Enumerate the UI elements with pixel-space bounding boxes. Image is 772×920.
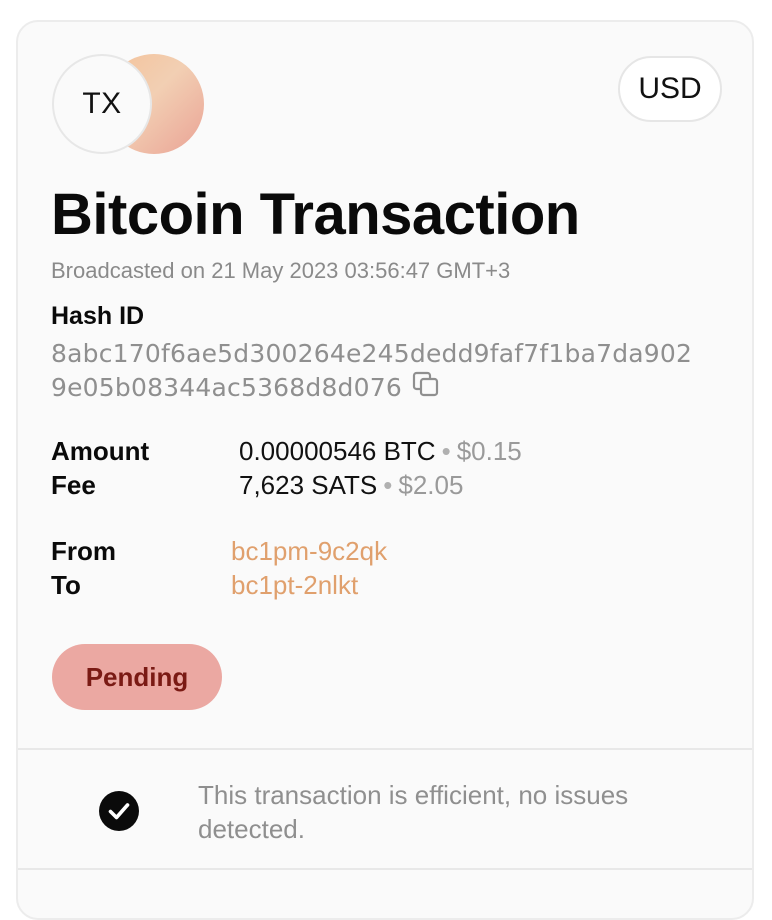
to-address-link[interactable]: bc1pt-2nlkt: [231, 570, 358, 601]
bottom-divider: [18, 868, 752, 870]
section-divider: [18, 748, 752, 750]
hash-id-value[interactable]: 8abc170f6ae5d300264e245dedd9faf7f1ba7da9…: [51, 337, 731, 406]
fee-usd-value: $2.05: [398, 470, 464, 500]
transaction-avatar: TX: [52, 54, 208, 158]
to-label: To: [51, 570, 81, 600]
currency-label: USD: [638, 72, 702, 105]
hash-id-line-2: 9e05b08344ac5368d8d076: [51, 373, 402, 402]
amount-btc-value: 0.00000546 BTC: [239, 436, 436, 466]
transaction-card: TX USD Bitcoin Transaction Broadcasted o…: [16, 20, 754, 920]
amount-label: Amount: [51, 436, 150, 466]
amount-separator: •: [441, 436, 451, 466]
check-circle-icon: [98, 790, 140, 832]
efficiency-message: This transaction is efficient, no issues…: [198, 780, 629, 844]
fee-separator: •: [383, 470, 393, 500]
fee-label: Fee: [51, 470, 96, 500]
status-badge: Pending: [52, 644, 222, 710]
amount-value-group: 0.00000546 BTC • $0.15: [239, 436, 522, 467]
broadcast-timestamp: Broadcasted on 21 May 2023 03:56:47 GMT+…: [51, 258, 511, 283]
currency-toggle-button[interactable]: USD: [618, 56, 722, 122]
hash-id-line-1: 8abc170f6ae5d300264e245dedd9faf7f1ba7da9…: [51, 339, 693, 368]
amount-usd-value: $0.15: [456, 436, 522, 466]
status-label: Pending: [85, 661, 189, 692]
hash-id-line-2-wrap: 9e05b08344ac5368d8d076: [51, 371, 731, 406]
copy-icon[interactable]: [412, 371, 440, 406]
fee-sats-value: 7,623 SATS: [239, 470, 378, 500]
tx-avatar-badge: TX: [52, 54, 152, 154]
from-label: From: [51, 536, 116, 566]
fee-value-group: 7,623 SATS • $2.05: [239, 470, 463, 501]
page-title: Bitcoin Transaction: [51, 182, 580, 247]
from-address-link[interactable]: bc1pm-9c2qk: [231, 536, 387, 567]
hash-id-label: Hash ID: [51, 302, 145, 330]
avatar-text: TX: [82, 87, 122, 120]
